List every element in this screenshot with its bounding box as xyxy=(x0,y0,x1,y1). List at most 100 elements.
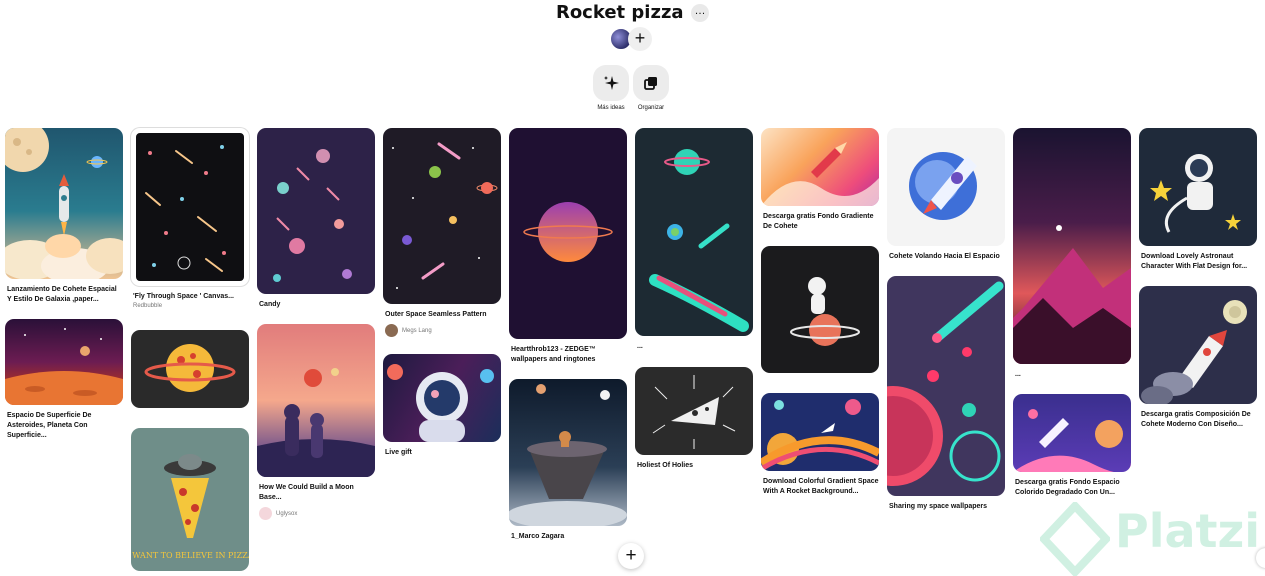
svg-text:I WANT TO BELIEVE IN PIZZA: I WANT TO BELIEVE IN PIZZA xyxy=(131,551,249,560)
pin-card[interactable]: 'Fly Through Space ' Canvas... Redbubble xyxy=(131,128,249,309)
astronaut-flat-illustration xyxy=(1150,154,1241,233)
pin-image[interactable] xyxy=(509,379,627,526)
saturn-planet-illustration xyxy=(523,202,613,262)
platzi-watermark: Platzi xyxy=(1038,500,1265,576)
add-collaborator-button[interactable]: + xyxy=(628,27,652,51)
pin-image[interactable] xyxy=(383,128,501,304)
pin-card[interactable] xyxy=(761,246,879,373)
pin-title[interactable]: 'Fly Through Space ' Canvas... xyxy=(131,292,249,302)
astronaut-on-planet-illustration xyxy=(790,277,860,346)
pizza-slice-illustration xyxy=(652,375,736,449)
pin-user[interactable]: Megs Lang xyxy=(383,324,501,337)
user-avatar xyxy=(259,507,272,520)
pin-card[interactable]: Lanzamiento De Cohete Espacial Y Estilo … xyxy=(5,128,123,305)
pin-image[interactable]: I WANT TO BELIEVE IN PIZZA xyxy=(131,428,249,571)
pin-title[interactable]: Descarga gratis Fondo Gradiente De Cohet… xyxy=(761,212,879,232)
space-pattern-illustration xyxy=(145,145,226,272)
pin-card[interactable]: Download Lovely Astronaut Character With… xyxy=(1139,128,1257,272)
pin-image[interactable] xyxy=(383,354,501,442)
pin-card[interactable]: I WANT TO BELIEVE IN PIZZA xyxy=(131,428,249,571)
floating-island-illustration xyxy=(509,384,627,526)
pin-image[interactable] xyxy=(131,128,249,286)
rocket-launch-illustration xyxy=(5,128,123,279)
pin-title[interactable]: Sharing my space wallpapers xyxy=(887,502,1005,512)
pin-image[interactable] xyxy=(761,128,879,206)
gradient-rocket-illustration xyxy=(761,142,879,206)
pin-title[interactable]: Espacio De Superficie De Asteroides, Pla… xyxy=(5,411,123,441)
modern-rocket-illustration xyxy=(1141,300,1247,404)
pin-title[interactable]: Holiest Of Holies xyxy=(635,461,753,471)
sparkle-icon xyxy=(604,76,619,90)
pizza-planet-illustration xyxy=(144,344,236,392)
pin-card[interactable]: Candy xyxy=(257,128,375,310)
pin-card[interactable]: ... xyxy=(1013,128,1131,380)
pin-title[interactable]: Outer Space Seamless Pattern xyxy=(383,310,501,320)
pin-image[interactable] xyxy=(887,276,1005,496)
pin-card[interactable]: Espacio De Superficie De Asteroides, Pla… xyxy=(5,319,123,441)
pin-title[interactable]: Cohete Volando Hacia El Espacio xyxy=(887,252,1005,262)
pin-image[interactable] xyxy=(1013,128,1131,364)
user-name: Uglysox xyxy=(276,510,298,517)
pin-card[interactable]: Holiest Of Holies xyxy=(635,367,753,471)
pin-title[interactable]: 1_Marco Zagara xyxy=(509,532,627,542)
colorful-space-gradient-illustration xyxy=(1013,409,1131,472)
user-avatar xyxy=(385,324,398,337)
title-row: Rocket pizza … xyxy=(0,2,1265,23)
organize-action[interactable]: Organizar xyxy=(633,65,669,111)
pin-title[interactable]: Candy xyxy=(257,300,375,310)
space-wallpaper-illustration xyxy=(887,281,1004,486)
pin-image[interactable] xyxy=(131,330,249,408)
pin-image[interactable] xyxy=(761,393,879,471)
moon-base-illustration xyxy=(257,368,375,477)
pin-image[interactable] xyxy=(1013,394,1131,472)
outer-space-pattern-illustration xyxy=(392,142,498,289)
pin-title[interactable]: How We Could Build a Moon Base... xyxy=(257,483,375,503)
pin-card[interactable]: Cohete Volando Hacia El Espacio xyxy=(887,128,1005,262)
board-header: Rocket pizza … + Más ideas Organizar xyxy=(0,0,1265,120)
pin-image[interactable] xyxy=(5,319,123,405)
organize-icon xyxy=(644,77,657,90)
pin-image[interactable] xyxy=(257,324,375,477)
board-title: Rocket pizza xyxy=(555,2,684,23)
pin-card[interactable]: Outer Space Seamless Pattern Megs Lang xyxy=(383,128,501,337)
pin-image[interactable] xyxy=(509,128,627,339)
platzi-logo-icon xyxy=(1038,500,1112,576)
pin-card[interactable] xyxy=(131,330,249,408)
organize-label: Organizar xyxy=(637,105,665,111)
pin-card[interactable]: Descarga gratis Composición De Cohete Mo… xyxy=(1139,286,1257,430)
organize-button[interactable] xyxy=(633,65,669,101)
pin-card[interactable]: Heartthrob123 - ZEDGE™ wallpapers and ri… xyxy=(509,128,627,365)
pin-title[interactable]: Descarga gratis Composición De Cohete Mo… xyxy=(1139,410,1257,430)
pin-user[interactable]: Uglysox xyxy=(257,507,375,520)
pin-title[interactable]: Descarga gratis Fondo Espacio Colorido D… xyxy=(1013,478,1131,498)
pin-title[interactable]: Lanzamiento De Cohete Espacial Y Estilo … xyxy=(5,285,123,305)
pin-image[interactable] xyxy=(761,246,879,373)
pin-card[interactable]: How We Could Build a Moon Base... Uglyso… xyxy=(257,324,375,520)
pin-image[interactable] xyxy=(635,367,753,455)
pin-card[interactable]: 1_Marco Zagara xyxy=(509,379,627,542)
pin-image[interactable] xyxy=(1139,286,1257,404)
pin-image[interactable] xyxy=(5,128,123,279)
pin-title[interactable]: ... xyxy=(635,342,753,352)
pin-title[interactable]: Heartthrob123 - ZEDGE™ wallpapers and ri… xyxy=(509,345,627,365)
add-pin-button[interactable]: + xyxy=(618,543,644,569)
pin-card[interactable]: Descarga gratis Fondo Gradiente De Cohet… xyxy=(761,128,879,232)
mountain-sunset-illustration xyxy=(1013,225,1131,364)
board-more-button[interactable]: … xyxy=(691,3,710,22)
pin-card[interactable]: Download Colorful Gradient Space With A … xyxy=(761,393,879,497)
pin-title[interactable]: ... xyxy=(1013,370,1131,380)
pin-card[interactable]: Descarga gratis Fondo Espacio Colorido D… xyxy=(1013,394,1131,498)
more-ideas-button[interactable] xyxy=(593,65,629,101)
pin-image[interactable] xyxy=(635,128,753,336)
pin-title[interactable]: Download Lovely Astronaut Character With… xyxy=(1139,252,1257,272)
pin-title[interactable]: Download Colorful Gradient Space With A … xyxy=(761,477,879,497)
pin-image[interactable] xyxy=(257,128,375,294)
astronaut-helmet-illustration xyxy=(387,364,494,442)
pin-image[interactable] xyxy=(1139,128,1257,246)
pin-card[interactable]: ... xyxy=(635,128,753,352)
rocket-flying-illustration xyxy=(909,152,977,220)
pin-image[interactable] xyxy=(887,128,1005,246)
pin-card[interactable]: Live gift xyxy=(383,354,501,458)
pin-title[interactable]: Live gift xyxy=(383,448,501,458)
pin-card[interactable]: Sharing my space wallpapers xyxy=(887,276,1005,512)
